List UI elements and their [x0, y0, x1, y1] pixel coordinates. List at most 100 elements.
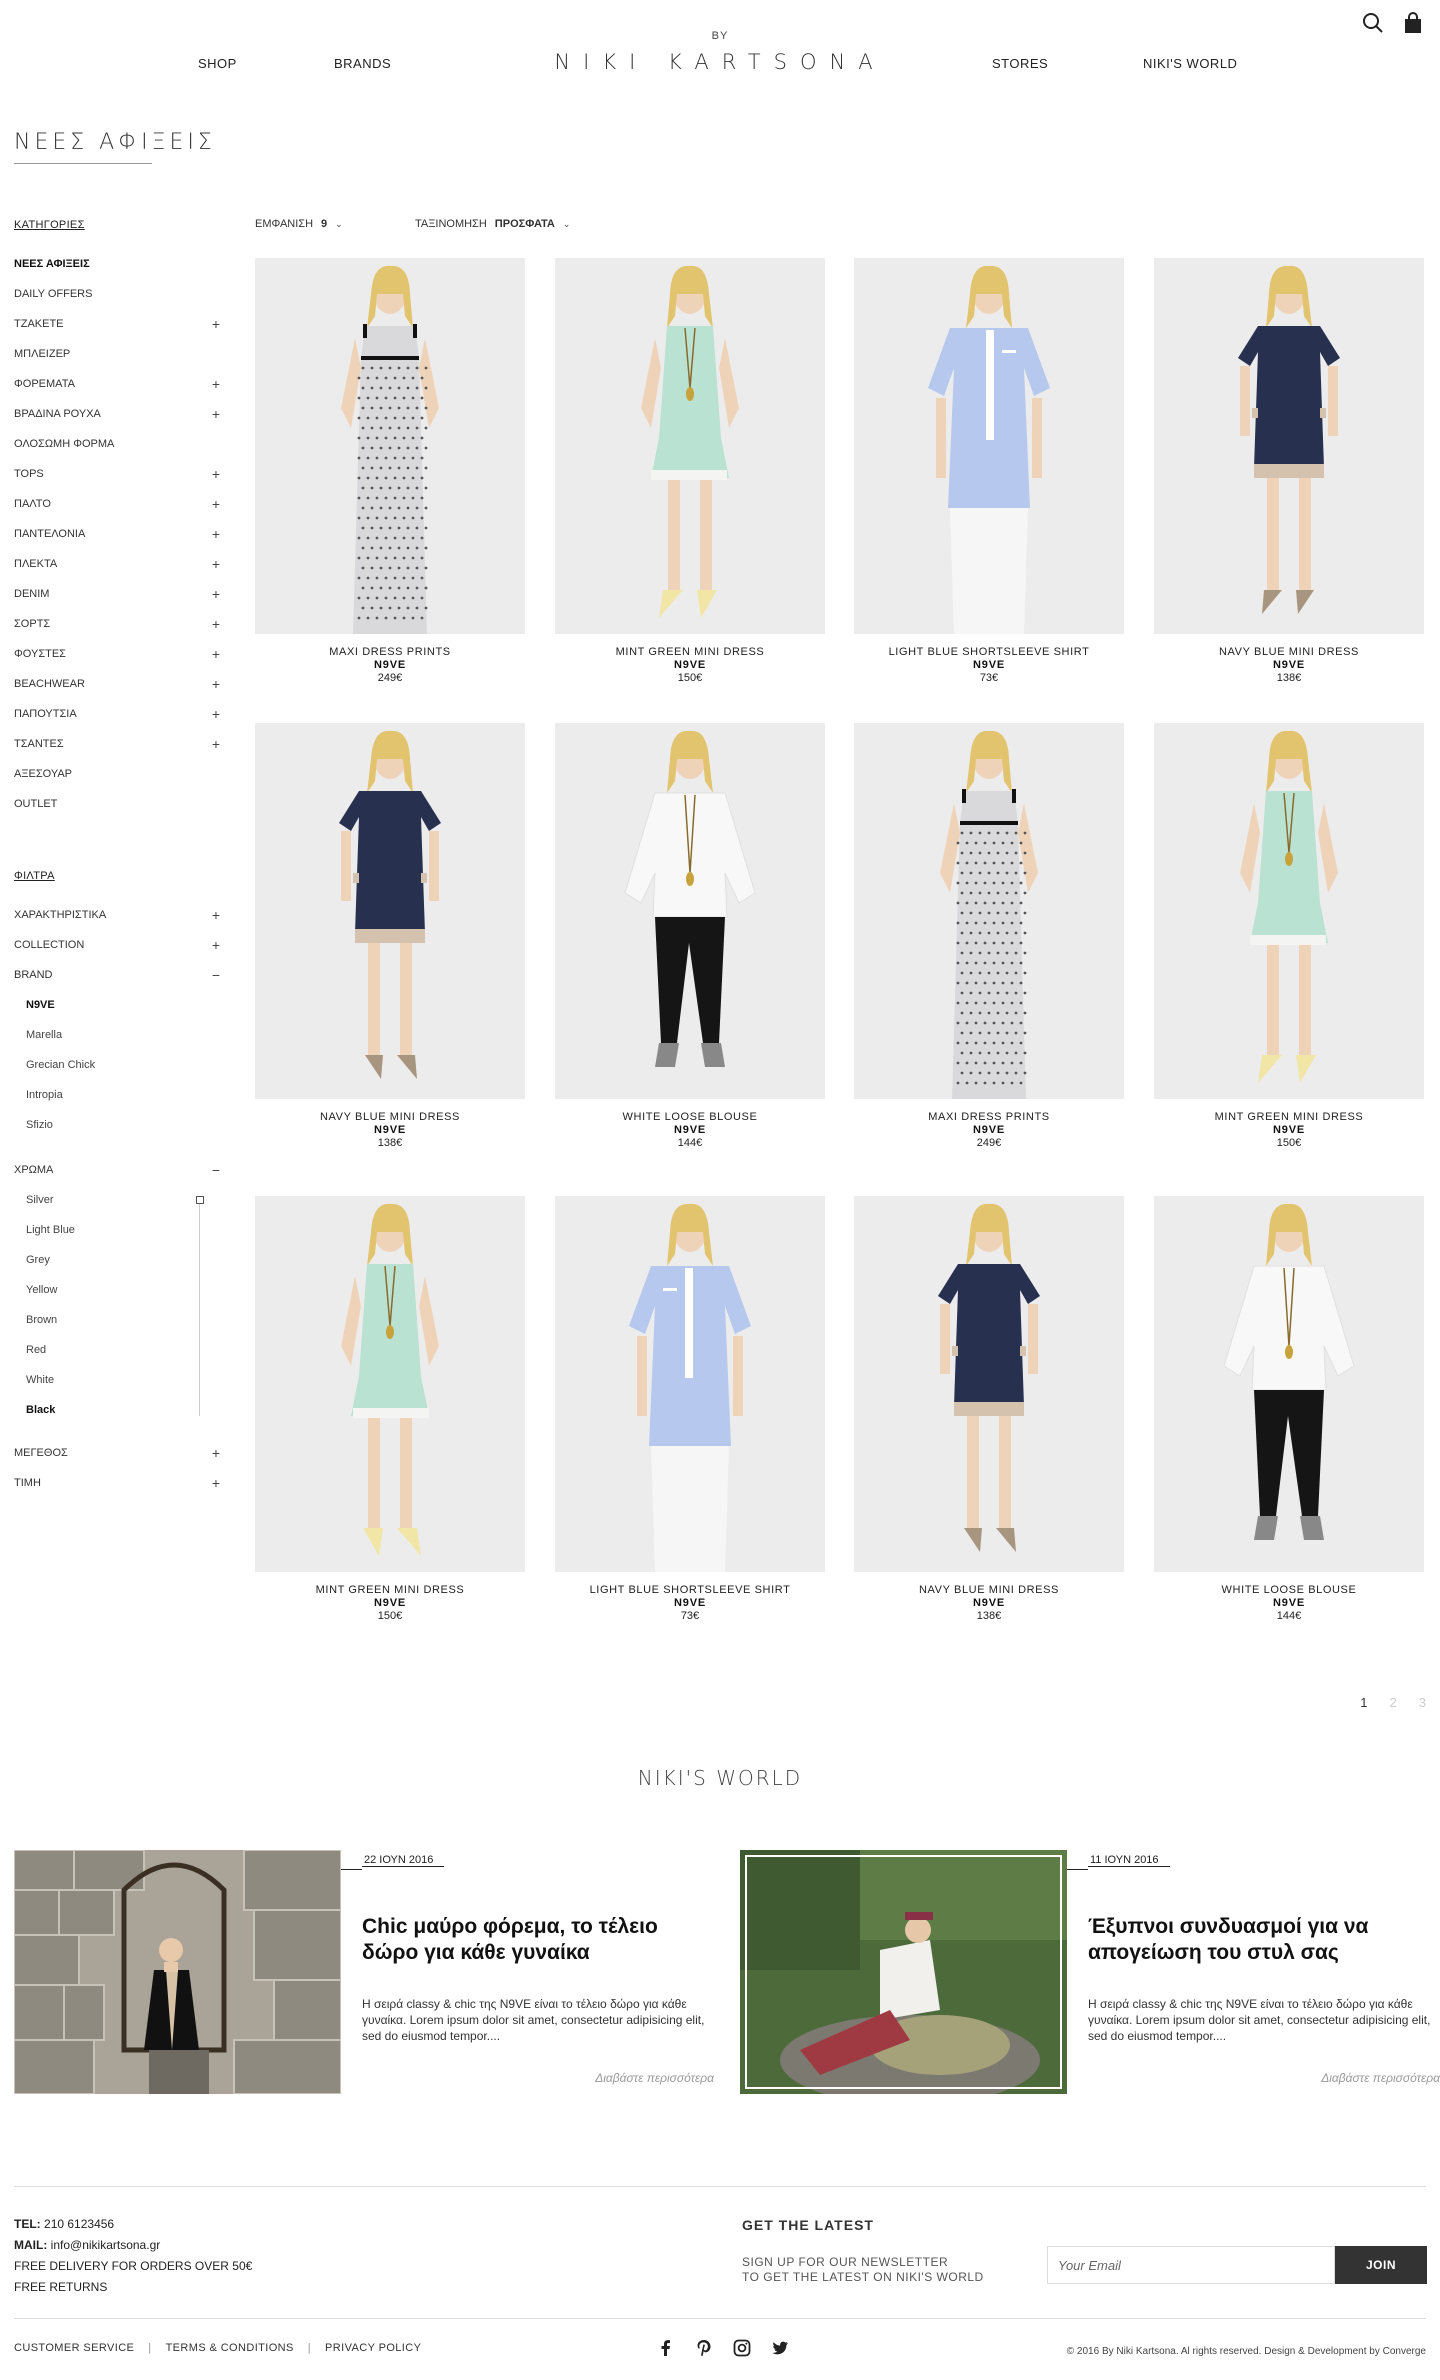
category-item[interactable]: DENIM +: [14, 584, 222, 604]
category-item[interactable]: OUTLET: [14, 794, 222, 814]
color-option[interactable]: Light Blue: [26, 1224, 75, 1236]
newsletter-email-input[interactable]: [1047, 2246, 1335, 2284]
page-2[interactable]: 2: [1390, 1695, 1397, 1710]
product-card[interactable]: NAVY BLUE MINI DRESS N9VE 138€: [255, 723, 525, 1149]
facebook-icon[interactable]: [656, 2338, 676, 2358]
color-option[interactable]: Yellow: [26, 1284, 57, 1296]
category-item[interactable]: BEACHWEAR +: [14, 674, 222, 694]
product-image[interactable]: [1154, 1196, 1424, 1572]
expand-icon[interactable]: +: [210, 706, 222, 722]
category-item[interactable]: ΦΟΡΕΜΑΤΑ +: [14, 374, 222, 394]
instagram-icon[interactable]: [732, 2338, 752, 2358]
brand-option[interactable]: Marella: [26, 1029, 62, 1041]
expand-icon[interactable]: +: [210, 676, 222, 692]
color-option[interactable]: White: [26, 1374, 54, 1386]
product-image[interactable]: [255, 723, 525, 1099]
tel-value[interactable]: 210 6123456: [44, 2217, 114, 2231]
expand-icon[interactable]: +: [210, 907, 222, 923]
color-option[interactable]: Brown: [26, 1314, 57, 1326]
read-more-link[interactable]: Διαβάστε περισσότερα: [595, 2071, 714, 2085]
product-name[interactable]: WHITE LOOSE BLOUSE: [555, 1111, 825, 1123]
product-card[interactable]: MINT GREEN MINI DRESS N9VE 150€: [1154, 723, 1424, 1149]
product-name[interactable]: MINT GREEN MINI DRESS: [1154, 1111, 1424, 1123]
color-option[interactable]: Grey: [26, 1254, 50, 1266]
category-item[interactable]: ΠΑΝΤΕΛΟΝΙΑ +: [14, 524, 222, 544]
product-name[interactable]: NAVY BLUE MINI DRESS: [1154, 646, 1424, 658]
nav-shop[interactable]: SHOP: [198, 56, 237, 71]
expand-icon[interactable]: +: [210, 466, 222, 482]
expand-icon[interactable]: +: [210, 1475, 222, 1491]
post-title[interactable]: Chic μαύρο φόρεμα, το τέλειο δώρο για κά…: [362, 1914, 702, 1966]
mail-value[interactable]: info@nikikartsona.gr: [51, 2238, 161, 2252]
product-card[interactable]: LIGHT BLUE SHORTSLEEVE SHIRT N9VE 73€: [854, 258, 1124, 684]
product-card[interactable]: MAXI DRESS PRINTS N9VE 249€: [854, 723, 1124, 1149]
expand-icon[interactable]: +: [210, 556, 222, 572]
product-card[interactable]: MINT GREEN MINI DRESS N9VE 150€: [255, 1196, 525, 1622]
expand-icon[interactable]: +: [210, 586, 222, 602]
expand-icon[interactable]: +: [210, 736, 222, 752]
nav-brands[interactable]: BRANDS: [334, 56, 391, 71]
collapse-icon[interactable]: −: [210, 967, 222, 983]
join-button[interactable]: JOIN: [1335, 2246, 1427, 2284]
product-card[interactable]: LIGHT BLUE SHORTSLEEVE SHIRT N9VE 73€: [555, 1196, 825, 1622]
post-image[interactable]: [14, 1850, 341, 2094]
category-item[interactable]: ΤΖΑΚΕΤΕ +: [14, 314, 222, 334]
category-item[interactable]: DAILY OFFERS: [14, 284, 222, 304]
color-option[interactable]: Red: [26, 1344, 46, 1356]
product-name[interactable]: MAXI DRESS PRINTS: [255, 646, 525, 658]
category-item[interactable]: ΜΠΛΕΙΖΕΡ: [14, 344, 222, 364]
product-card[interactable]: WHITE LOOSE BLOUSE N9VE 144€: [555, 723, 825, 1149]
product-image[interactable]: [1154, 723, 1424, 1099]
page-3[interactable]: 3: [1419, 1695, 1426, 1710]
product-card[interactable]: WHITE LOOSE BLOUSE N9VE 144€: [1154, 1196, 1424, 1622]
color-option[interactable]: Silver: [26, 1194, 54, 1206]
page-1[interactable]: 1: [1360, 1695, 1367, 1710]
filter-size[interactable]: ΜΕΓΕΘΟΣ +: [14, 1443, 222, 1463]
expand-icon[interactable]: +: [210, 1445, 222, 1461]
brand-option[interactable]: Sfizio: [26, 1119, 53, 1131]
category-item[interactable]: ΦΟΥΣΤΕΣ +: [14, 644, 222, 664]
search-icon[interactable]: [1362, 12, 1384, 34]
filter-collection[interactable]: COLLECTION +: [14, 935, 222, 955]
logo[interactable]: NIKI KARTSONA: [540, 50, 900, 74]
expand-icon[interactable]: +: [210, 646, 222, 662]
nav-stores[interactable]: STORES: [992, 56, 1048, 71]
color-scrollbar-thumb[interactable]: [196, 1196, 204, 1204]
show-count-select[interactable]: ΕΜΦΑΝΙΣΗ 9 ⌄: [255, 218, 343, 230]
product-card[interactable]: MAXI DRESS PRINTS N9VE 249€: [255, 258, 525, 684]
color-option[interactable]: Black: [26, 1404, 55, 1416]
category-item[interactable]: ΝΕΕΣ ΑΦΙΞΕΙΣ: [14, 254, 222, 274]
filter-price[interactable]: ΤΙΜΗ +: [14, 1473, 222, 1493]
product-card[interactable]: NAVY BLUE MINI DRESS N9VE 138€: [1154, 258, 1424, 684]
category-item[interactable]: ΤΣΑΝΤΕΣ +: [14, 734, 222, 754]
product-name[interactable]: WHITE LOOSE BLOUSE: [1154, 1584, 1424, 1596]
expand-icon[interactable]: +: [210, 616, 222, 632]
shopping-bag-icon[interactable]: [1402, 12, 1424, 34]
product-name[interactable]: MAXI DRESS PRINTS: [854, 1111, 1124, 1123]
product-image[interactable]: [854, 258, 1124, 634]
product-name[interactable]: NAVY BLUE MINI DRESS: [854, 1584, 1124, 1596]
product-image[interactable]: [555, 723, 825, 1099]
product-name[interactable]: NAVY BLUE MINI DRESS: [255, 1111, 525, 1123]
category-item[interactable]: ΠΑΠΟΥΤΣΙΑ +: [14, 704, 222, 724]
twitter-icon[interactable]: [770, 2338, 790, 2358]
expand-icon[interactable]: +: [210, 526, 222, 542]
filter-color[interactable]: ΧΡΩΜΑ −: [14, 1160, 222, 1180]
color-scrollbar[interactable]: [199, 1198, 200, 1416]
category-item[interactable]: TOPS +: [14, 464, 222, 484]
product-card[interactable]: NAVY BLUE MINI DRESS N9VE 138€: [854, 1196, 1124, 1622]
product-card[interactable]: MINT GREEN MINI DRESS N9VE 150€: [555, 258, 825, 684]
nav-nikis-world[interactable]: NIKI'S WORLD: [1143, 56, 1237, 71]
category-item[interactable]: ΣΟΡΤΣ +: [14, 614, 222, 634]
expand-icon[interactable]: +: [210, 937, 222, 953]
product-name[interactable]: MINT GREEN MINI DRESS: [255, 1584, 525, 1596]
post-title[interactable]: Έξυπνοι συνδυασμοί για να απογείωση του …: [1088, 1914, 1428, 1966]
filter-features[interactable]: ΧΑΡΑΚΤΗΡΙΣΤΙΚΑ +: [14, 905, 222, 925]
category-item[interactable]: ΟΛΟΣΩΜΗ ΦΟΡΜΑ: [14, 434, 222, 454]
expand-icon[interactable]: +: [210, 406, 222, 422]
product-name[interactable]: LIGHT BLUE SHORTSLEEVE SHIRT: [555, 1584, 825, 1596]
product-image[interactable]: [854, 1196, 1124, 1572]
post-image[interactable]: [740, 1850, 1067, 2094]
privacy-link[interactable]: PRIVACY POLICY: [325, 2342, 421, 2354]
expand-icon[interactable]: +: [210, 496, 222, 512]
